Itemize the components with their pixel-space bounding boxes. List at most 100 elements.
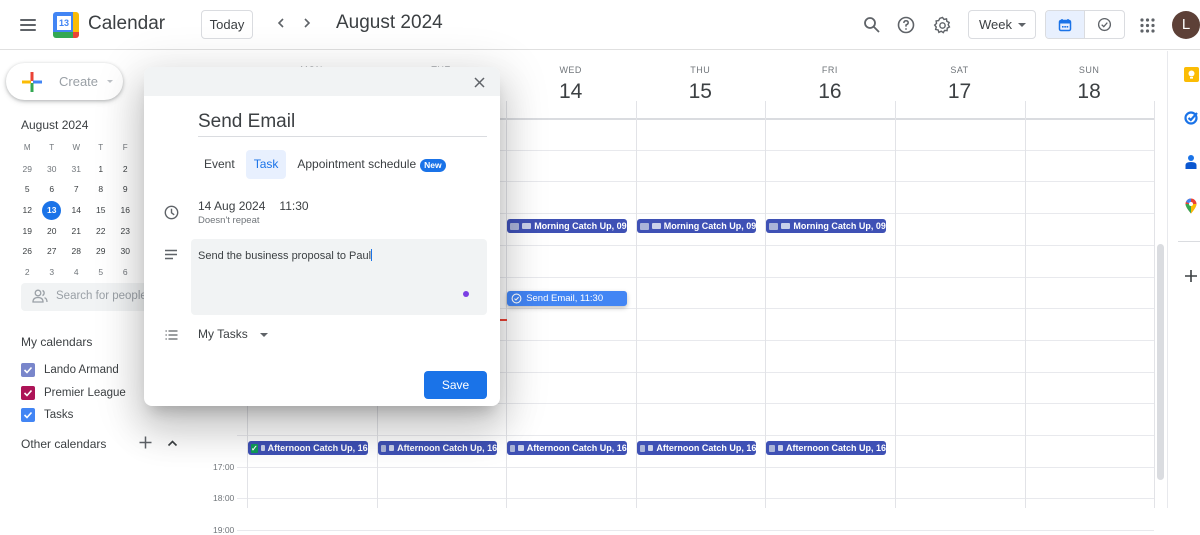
apps-button[interactable] bbox=[1134, 12, 1160, 38]
mini-calendar-day[interactable]: 16 bbox=[113, 200, 138, 221]
calendar-item[interactable]: Lando Armand bbox=[21, 361, 119, 379]
mini-calendar-day[interactable]: 1 bbox=[89, 159, 114, 180]
event-chip-afternoon[interactable]: Afternoon Catch Up, 16 bbox=[766, 441, 886, 456]
mini-calendar-day[interactable]: 2 bbox=[15, 262, 40, 283]
mini-calendar-day[interactable]: 23 bbox=[113, 221, 138, 242]
tasks-view-button[interactable] bbox=[1085, 11, 1124, 38]
mini-calendar-day[interactable]: 20 bbox=[40, 221, 65, 242]
calendar-checkbox[interactable] bbox=[21, 385, 35, 400]
mini-calendar-day[interactable]: 7 bbox=[64, 179, 89, 200]
event-chip-morning[interactable]: Morning Catch Up, 09 bbox=[507, 219, 627, 234]
view-select[interactable]: Week bbox=[968, 10, 1036, 39]
tab-event[interactable]: Event bbox=[196, 150, 243, 179]
mini-calendar-day[interactable]: 27 bbox=[40, 241, 65, 262]
mini-calendar-day[interactable]: 2 bbox=[113, 159, 138, 180]
event-chip-morning[interactable]: Morning Catch Up, 09 bbox=[766, 219, 886, 234]
day-number[interactable]: 18 bbox=[1025, 80, 1154, 104]
event-chip-afternoon[interactable]: ✓ Afternoon Catch Up, 16 bbox=[248, 441, 368, 456]
mini-calendar-day[interactable]: 22 bbox=[89, 221, 114, 242]
mini-calendar-week: 12 13 14 15 16 bbox=[15, 200, 138, 221]
mini-calendar-today[interactable]: 13 bbox=[40, 200, 65, 221]
account-avatar[interactable]: L bbox=[1172, 11, 1200, 39]
apps-grid-icon bbox=[1139, 17, 1155, 33]
description-input[interactable]: Send the business proposal to Paul bbox=[191, 239, 487, 315]
keep-button[interactable] bbox=[1183, 66, 1199, 82]
settings-button[interactable] bbox=[929, 12, 955, 38]
main-menu-button[interactable] bbox=[16, 13, 40, 37]
calendar-logo-icon[interactable]: 13 bbox=[53, 12, 79, 38]
next-week-button[interactable] bbox=[296, 13, 318, 35]
mini-calendar-day[interactable]: 29 bbox=[15, 159, 40, 180]
people-search-input[interactable]: Search for people bbox=[21, 283, 147, 311]
day-number[interactable]: 14 bbox=[506, 80, 635, 104]
calendar-item[interactable]: Tasks bbox=[21, 406, 73, 424]
today-button[interactable]: Today bbox=[201, 10, 253, 39]
video-call-icon bbox=[518, 445, 524, 452]
calendar-checkbox[interactable] bbox=[21, 408, 35, 422]
dialog-drag-header[interactable] bbox=[144, 67, 500, 96]
tab-label: Event bbox=[204, 157, 235, 171]
title-input[interactable]: Send Email bbox=[198, 111, 487, 137]
tab-appointment-schedule[interactable]: Appointment schedule New bbox=[289, 150, 453, 179]
task-chip[interactable]: Send Email, 11:30 bbox=[507, 291, 627, 307]
day-number[interactable]: 15 bbox=[636, 80, 765, 104]
contacts-button[interactable] bbox=[1183, 153, 1199, 169]
mini-calendar-day[interactable]: 31 bbox=[64, 159, 89, 180]
app-title[interactable]: Calendar bbox=[88, 13, 165, 35]
mini-calendar-day[interactable]: 3 bbox=[40, 262, 65, 283]
search-button[interactable] bbox=[859, 12, 885, 38]
writing-assistant-dot-icon[interactable] bbox=[463, 291, 469, 297]
mini-calendar-day[interactable]: 6 bbox=[40, 179, 65, 200]
day-header-sun[interactable]: SUN 18 bbox=[1025, 65, 1154, 104]
create-button[interactable]: Create bbox=[6, 63, 123, 100]
mini-calendar-day[interactable]: 19 bbox=[15, 221, 40, 242]
mini-calendar-day[interactable]: 21 bbox=[64, 221, 89, 242]
close-dialog-button[interactable] bbox=[470, 73, 488, 91]
mini-calendar-day[interactable]: 5 bbox=[89, 262, 114, 283]
mini-calendar-day[interactable]: 12 bbox=[15, 200, 40, 221]
save-button[interactable]: Save bbox=[424, 371, 487, 399]
collapse-other-calendars-button[interactable] bbox=[163, 434, 181, 452]
mini-calendar-day[interactable]: 28 bbox=[64, 241, 89, 262]
mini-calendar-day[interactable]: 6 bbox=[113, 262, 138, 283]
event-chip-afternoon[interactable]: Afternoon Catch Up, 16 bbox=[636, 441, 757, 456]
day-header-thu[interactable]: THU 15 bbox=[636, 65, 765, 104]
mini-calendar-day[interactable]: 30 bbox=[40, 159, 65, 180]
keep-icon bbox=[1183, 66, 1199, 82]
add-other-calendar-button[interactable] bbox=[136, 434, 154, 452]
day-header-wed[interactable]: WED 14 bbox=[506, 65, 635, 104]
mini-calendar-day[interactable]: 14 bbox=[64, 200, 89, 221]
event-chip-morning[interactable]: Morning Catch Up, 09 bbox=[636, 219, 757, 234]
period-title: August 2024 bbox=[336, 12, 443, 33]
mini-calendar-day[interactable]: 26 bbox=[15, 241, 40, 262]
tab-task[interactable]: Task bbox=[245, 150, 287, 179]
day-number[interactable]: 16 bbox=[765, 80, 894, 104]
mini-calendar-day[interactable]: 29 bbox=[89, 241, 114, 262]
other-calendars-title[interactable]: Other calendars bbox=[21, 437, 106, 451]
mini-calendar-day[interactable]: 4 bbox=[64, 262, 89, 283]
calendar-view-button[interactable] bbox=[1046, 11, 1086, 38]
event-chip-afternoon[interactable]: Afternoon Catch Up, 16 bbox=[507, 441, 627, 456]
task-date[interactable]: 14 Aug 2024 bbox=[198, 199, 265, 213]
day-header-sat[interactable]: SAT 17 bbox=[895, 65, 1024, 104]
get-addons-button[interactable] bbox=[1183, 268, 1199, 284]
event-chip-afternoon[interactable]: Afternoon Catch Up, 16 bbox=[377, 441, 498, 456]
maps-button[interactable] bbox=[1183, 198, 1199, 214]
day-header-fri[interactable]: FRI 16 bbox=[765, 65, 894, 104]
task-list-select[interactable]: My Tasks bbox=[198, 327, 268, 343]
tasks-app-button[interactable] bbox=[1183, 109, 1199, 125]
mini-calendar-day[interactable]: 15 bbox=[89, 200, 114, 221]
calendar-checkbox[interactable] bbox=[21, 363, 35, 377]
mini-calendar-day[interactable]: 30 bbox=[113, 241, 138, 262]
calendar-item[interactable]: Premier League bbox=[21, 384, 126, 402]
task-time[interactable]: 11:30 bbox=[279, 199, 308, 213]
my-calendars-title[interactable]: My calendars bbox=[21, 335, 92, 349]
repeat-setting[interactable]: Doesn't repeat bbox=[198, 215, 260, 226]
help-button[interactable] bbox=[893, 12, 919, 38]
grid-scrollbar[interactable] bbox=[1157, 244, 1164, 480]
previous-week-button[interactable] bbox=[270, 13, 292, 35]
day-number[interactable]: 17 bbox=[895, 80, 1024, 104]
mini-calendar-day[interactable]: 5 bbox=[15, 179, 40, 200]
mini-calendar-day[interactable]: 9 bbox=[113, 179, 138, 200]
mini-calendar-day[interactable]: 8 bbox=[89, 179, 114, 200]
